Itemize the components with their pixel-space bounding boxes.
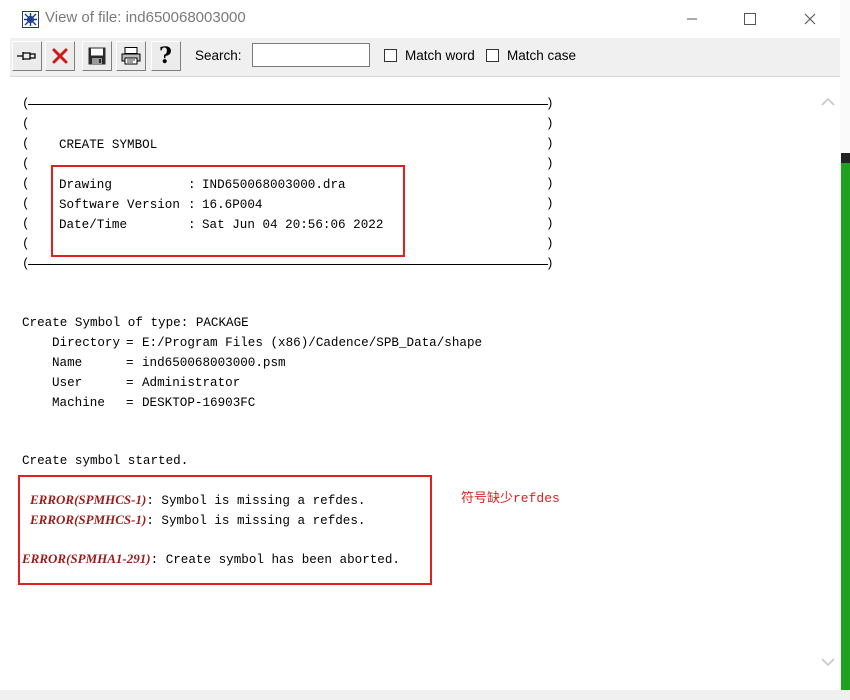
paren-right: ) [546,197,554,211]
minimize-button[interactable] [663,0,721,38]
detail-key: Machine [52,396,105,410]
print-button[interactable] [116,41,146,71]
match-word-checkbox[interactable] [384,49,397,62]
background-window-edge [841,163,850,693]
vertical-scrollbar[interactable] [816,77,840,690]
match-word-label: Match word [405,48,475,63]
paren-left: ( [22,117,30,131]
close-icon [804,13,816,25]
detail-eq: = [126,396,134,410]
started-line: Create symbol started. [22,454,189,468]
detail-value: ind650068003000.psm [142,356,286,370]
maximize-button[interactable] [721,0,779,38]
annotation-note: 符号缺少refdes [461,491,560,506]
toolbar: ? Search: Match word Match case [10,38,840,77]
paren-right: ) [546,157,554,171]
window-bottom-edge [0,690,850,700]
search-input[interactable] [252,43,370,67]
highlight-box-info [51,165,405,257]
paren-right: ) [546,177,554,191]
close-button[interactable] [781,0,839,38]
pin-icon [17,52,36,60]
window-title: View of file: ind650068003000 [45,9,246,26]
help-question-icon: ? [159,45,172,67]
detail-value: DESKTOP-16903FC [142,396,256,410]
detail-key: Directory [52,336,121,350]
paren-left: ( [22,197,30,211]
paren-left: ( [22,157,30,171]
header-bottom-rule [28,264,548,265]
detail-eq: = [126,336,134,350]
match-case-checkbox[interactable] [486,49,499,62]
paren-left: ( [22,217,30,231]
red-x-icon [52,48,68,64]
title-bar: View of file: ind650068003000 [0,0,850,38]
detail-key: Name [52,356,83,370]
header-title: CREATE SYMBOL [59,138,158,152]
header-top-rule [28,104,548,105]
app-icon [22,11,39,28]
paren-right: ) [546,117,554,131]
scroll-down-icon[interactable] [820,654,836,670]
paren-right: ) [546,237,554,251]
paren-right: ) [546,97,554,111]
close-file-button[interactable] [45,41,75,71]
paren-left: ( [22,97,30,111]
paren-right: ) [546,137,554,151]
paren-left: ( [22,177,30,191]
paren-right: ) [546,217,554,231]
detail-value: Administrator [142,376,241,390]
paren-right: ) [546,257,554,271]
maximize-icon [744,13,756,25]
highlight-box-errors [18,475,432,585]
match-case-label: Match case [507,48,577,63]
help-button[interactable]: ? [151,41,181,71]
save-icon [88,47,106,65]
paren-left: ( [22,137,30,151]
paren-left: ( [22,237,30,251]
svg-text:?: ? [159,45,172,67]
detail-key: User [52,376,83,390]
log-content: ( ) ( ) ( ) ( ) ( ) ( ) ( ) ( ) ( ) CREA… [10,77,816,690]
detail-eq: = [126,376,134,390]
scroll-up-icon[interactable] [820,94,836,110]
search-label: Search: [195,48,242,63]
printer-icon [121,47,141,65]
create-symbol-line: Create Symbol of type: PACKAGE [22,316,249,330]
paren-left: ( [22,257,30,271]
detail-value: E:/Program Files (x86)/Cadence/SPB_Data/… [142,336,483,350]
save-button[interactable] [82,41,112,71]
minimize-icon [687,18,697,20]
file-viewer-window: View of file: ind650068003000 ? Search: … [0,0,850,700]
detail-eq: = [126,356,134,370]
pin-button[interactable] [12,41,42,71]
